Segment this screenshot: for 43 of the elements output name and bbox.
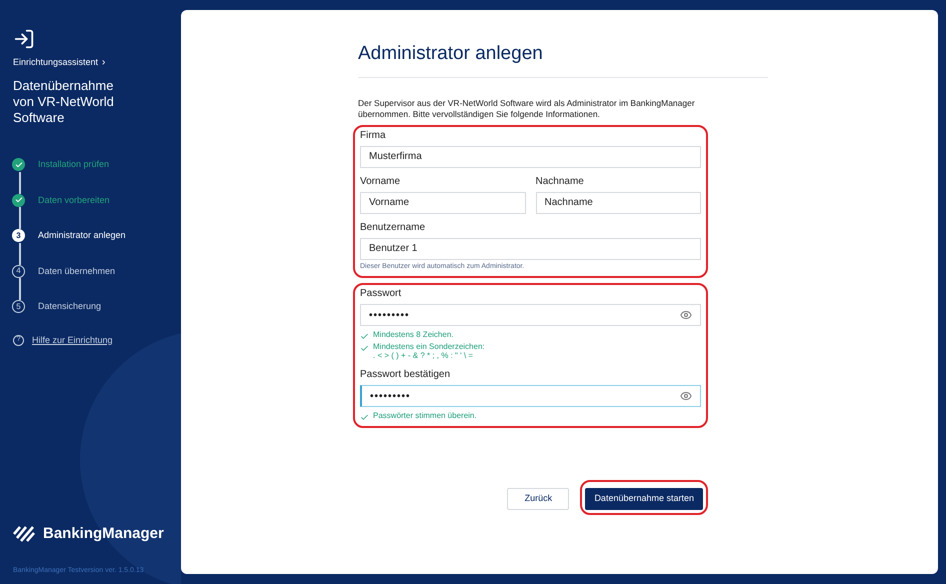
field-label: Firma [360, 130, 387, 140]
input-field[interactable]: Benutzer 1 [360, 238, 701, 260]
step-label: Administrator anlegen [38, 229, 126, 242]
step-label: Daten vorbereiten [38, 194, 110, 206]
rule-text: Mindestens ein Sonderzeichen: [373, 342, 485, 351]
field-value: Vorname [369, 196, 410, 210]
field-label: Benutzername [360, 222, 426, 232]
page-title: Administrator anlegen [358, 40, 768, 78]
step-label: Daten übernehmen [38, 264, 116, 278]
field-value: Nachname [544, 196, 594, 210]
field-value: ••••••••• [370, 390, 412, 404]
field-label: Passwort [360, 289, 402, 299]
step-label: Datensicherung [38, 300, 102, 313]
logo-icon [13, 526, 35, 542]
input-field[interactable]: ••••••••• [360, 304, 701, 326]
show-password-icon[interactable] [680, 309, 692, 321]
sign-in-icon [13, 28, 35, 50]
field-value: Benutzer 1 [369, 242, 418, 256]
brand-name: BankingManager [43, 524, 164, 544]
step-number: 5 [12, 300, 25, 314]
step-number: 3 [12, 229, 25, 242]
sidebar-title: Datenübernahme von VR-NetWorld Software [13, 78, 115, 126]
rule-detail: . < > ( ) + - & ? * ; , % : " ' \ = [373, 351, 474, 360]
field-label: Nachname [536, 176, 585, 186]
start-button[interactable]: Datenübernahme starten [585, 488, 703, 510]
field-value: Musterfirma [369, 150, 423, 164]
field-label: Vorname [360, 176, 402, 186]
input-field[interactable]: Vorname [360, 192, 526, 214]
step-number: 4 [12, 264, 25, 278]
step-label: Installation prüfen [38, 158, 110, 171]
show-password-icon[interactable] [680, 390, 692, 402]
input-field[interactable]: Musterfirma [360, 146, 701, 168]
breadcrumb-arrow: › [102, 56, 106, 70]
input-field[interactable]: ••••••••• [360, 385, 701, 407]
rule-text: Mindestens 8 Zeichen. [373, 330, 454, 339]
description-text: Der Supervisor aus der VR-NetWorld Software wird als Administrator im BankingManager übernommen. Bitte vervollständigen Sie folgende Informationen. [358, 98, 696, 120]
input-field[interactable]: Nachname [536, 192, 701, 214]
rule-text: Passwörter stimmen überein. [373, 411, 477, 420]
field-value: ••••••••• [369, 308, 411, 322]
help-link[interactable]: Hilfe zur Einrichtung [32, 334, 113, 347]
breadcrumb-link[interactable]: Einrichtungsassistent [13, 56, 98, 70]
field-label: Passwort bestätigen [360, 370, 452, 380]
back-button[interactable]: Zurück [507, 488, 570, 510]
